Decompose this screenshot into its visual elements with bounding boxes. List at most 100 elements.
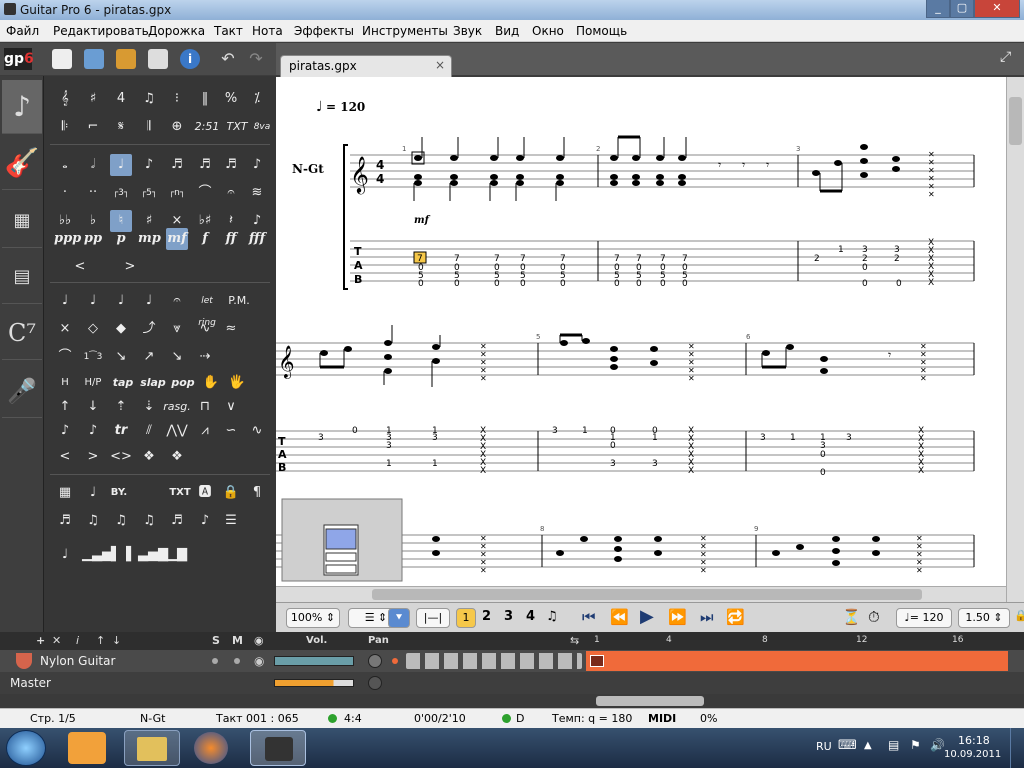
tuplet-3-icon[interactable]: ┌3┐ bbox=[110, 182, 132, 204]
barline-icon[interactable]: ⁝ bbox=[166, 88, 188, 110]
swell-icon[interactable]: <> bbox=[110, 446, 132, 468]
menu-bar-measure[interactable]: Такт bbox=[214, 24, 243, 38]
minimize-button[interactable]: _ bbox=[926, 0, 950, 18]
undo-icon[interactable]: ↶ bbox=[218, 49, 238, 69]
track-row[interactable]: Nylon Guitar ◉ bbox=[0, 650, 1024, 672]
firefox-icon[interactable] bbox=[194, 732, 228, 764]
let-ring-icon[interactable]: let ring bbox=[194, 290, 220, 328]
sixteenth-note-icon[interactable]: ♬ bbox=[166, 154, 188, 176]
slur-icon[interactable]: ⌒ bbox=[54, 346, 76, 368]
metronome-icon[interactable]: ⏳ bbox=[842, 608, 861, 626]
trill-icon[interactable]: tr bbox=[110, 420, 132, 442]
decrescendo-small-icon[interactable]: > bbox=[82, 446, 104, 468]
chord-icon[interactable]: C⁷ bbox=[2, 306, 42, 360]
dynamic-fff[interactable]: fff bbox=[246, 228, 268, 250]
staccato-icon[interactable]: ♩ bbox=[82, 290, 104, 312]
multi-voice-icon[interactable]: ♫ bbox=[546, 609, 558, 624]
whammy-icon[interactable]: ⩔ bbox=[166, 318, 188, 340]
playhead-block[interactable] bbox=[590, 655, 604, 667]
menu-effects[interactable]: Эффекты bbox=[294, 24, 354, 38]
pan-knob[interactable] bbox=[368, 654, 382, 668]
arpeggio-wave-icon[interactable]: ≋ bbox=[246, 182, 268, 204]
guitar-icon[interactable]: 🎸 bbox=[2, 136, 42, 190]
marcato-icon[interactable]: ♩ bbox=[110, 290, 132, 312]
start-button[interactable] bbox=[6, 730, 46, 766]
keyboard-icon[interactable]: ⌨ bbox=[838, 738, 857, 753]
countdown-icon[interactable]: ⏱ bbox=[868, 608, 880, 626]
menu-track[interactable]: Дорожка bbox=[148, 24, 205, 38]
amp-rack-icon[interactable]: ▤ bbox=[2, 250, 42, 304]
tuplet-5-icon[interactable]: ┌5┐ bbox=[138, 182, 160, 204]
hammer-icon[interactable]: H bbox=[54, 372, 76, 394]
thirty-second-note-icon[interactable]: ♬ bbox=[194, 154, 216, 176]
slap-icon[interactable]: slap bbox=[138, 372, 168, 394]
repeat-two-icon[interactable]: ⁒ bbox=[246, 88, 268, 110]
lock-icon[interactable]: 🔒 bbox=[220, 482, 242, 504]
auto-beam-icon[interactable]: ♬ bbox=[166, 510, 188, 532]
arpeggio-up-icon[interactable]: ⇡ bbox=[110, 396, 132, 418]
triplet-feel-icon[interactable]: ♫ bbox=[138, 88, 160, 110]
note-bar-icon[interactable]: ♩ bbox=[54, 544, 76, 566]
mordent-icon[interactable]: ∿ bbox=[246, 420, 268, 442]
chord-diagram-icon[interactable]: ▦ bbox=[54, 482, 76, 504]
microphone-icon[interactable]: 🎤 bbox=[2, 364, 42, 418]
track-timeline[interactable] bbox=[586, 651, 1008, 671]
menu-file[interactable]: Файл bbox=[6, 24, 39, 38]
fade-in-icon[interactable]: ❖ bbox=[138, 446, 160, 468]
visibility-toggle-icon[interactable]: ◉ bbox=[254, 654, 264, 668]
horizontal-scroll-thumb[interactable] bbox=[372, 589, 922, 600]
tremolo-bar-icon[interactable]: ⋀⋁ bbox=[166, 420, 188, 442]
vertical-scrollbar[interactable] bbox=[1006, 77, 1024, 602]
media-player-icon[interactable] bbox=[68, 732, 106, 764]
paragraph-icon[interactable]: ¶ bbox=[246, 482, 268, 504]
octave-8va-icon[interactable]: 2:51 bbox=[194, 116, 220, 138]
dynamic-pp[interactable]: pp bbox=[82, 228, 104, 250]
tie-icon[interactable]: ⌒ bbox=[194, 182, 216, 204]
bend-text-icon[interactable]: BY. bbox=[104, 482, 134, 504]
explorer-taskbar-button[interactable] bbox=[124, 730, 180, 766]
tremolo-picking-icon[interactable]: ⫽ bbox=[138, 420, 160, 442]
beam-group-icon[interactable]: ♫ bbox=[138, 510, 160, 532]
note-palette-icon[interactable]: ♪ bbox=[2, 80, 42, 134]
beam-slope-icon[interactable]: ☰ bbox=[220, 510, 242, 532]
alternate-ending-icon[interactable]: ⌐ bbox=[82, 116, 104, 138]
decrescendo-icon[interactable]: > bbox=[110, 256, 150, 278]
new-file-icon[interactable] bbox=[52, 49, 72, 69]
pick-up-icon[interactable]: ↑ bbox=[54, 396, 76, 418]
slide-down-icon[interactable]: ↘ bbox=[166, 346, 188, 368]
show-desktop-button[interactable] bbox=[1010, 728, 1024, 768]
velocity-icon[interactable]: ▁▃▅ bbox=[82, 544, 112, 566]
turn-icon[interactable]: ∽ bbox=[220, 420, 242, 442]
score-view[interactable]: ♩ = 120 N-Gt 𝄞 4 4 mf 𝄾 𝄾 𝄾 ✕ ✕ ✕ ✕ ✕ ✕ … bbox=[276, 77, 1006, 602]
vibrato-icon[interactable]: ∿ bbox=[194, 318, 216, 340]
mute-header[interactable]: M bbox=[232, 634, 243, 647]
grace-note-icon[interactable]: ♪ bbox=[246, 154, 268, 176]
grace-note-tool-icon[interactable]: ♪ bbox=[54, 420, 76, 442]
auto-stem-icon[interactable]: ♬ bbox=[54, 510, 76, 532]
solo-button[interactable] bbox=[212, 658, 218, 664]
dead-note-icon[interactable]: × bbox=[54, 318, 76, 340]
redo-icon[interactable]: ↷ bbox=[246, 49, 266, 69]
close-button[interactable]: ✕ bbox=[974, 0, 1020, 18]
fast-forward-icon[interactable]: ⏩ bbox=[668, 608, 687, 626]
slide-out-icon[interactable]: ↘ bbox=[110, 346, 132, 368]
dotted-icon[interactable]: · bbox=[54, 182, 76, 204]
tempo-field[interactable]: ♩= 120 bbox=[896, 608, 952, 628]
tray-expand-icon[interactable]: ▲ bbox=[864, 740, 872, 751]
visibility-icon[interactable]: ◉ bbox=[254, 634, 264, 647]
menu-tools[interactable]: Инструменты bbox=[362, 24, 448, 38]
play-icon[interactable]: ▶ bbox=[640, 606, 654, 627]
octave-15ma-icon[interactable]: 8va bbox=[248, 116, 276, 138]
whole-note-icon[interactable]: 𝅝 bbox=[54, 154, 76, 176]
downstroke-icon[interactable]: ∨ bbox=[220, 396, 242, 418]
menu-help[interactable]: Помощь bbox=[576, 24, 627, 38]
lock-icon[interactable]: 🔒 bbox=[1014, 609, 1024, 622]
track-info-icon[interactable]: i bbox=[76, 634, 79, 647]
language-indicator[interactable]: RU bbox=[816, 740, 832, 753]
vertical-scroll-thumb[interactable] bbox=[1009, 97, 1022, 145]
bend-icon[interactable]: ⤴ bbox=[138, 318, 160, 340]
bar-1-button[interactable]: 1 bbox=[456, 608, 476, 628]
velocity-level-icon[interactable]: ▁▇ bbox=[166, 544, 188, 566]
dynamic-ppp[interactable]: ppp bbox=[54, 228, 81, 250]
dynamic-p[interactable]: p bbox=[110, 228, 132, 250]
